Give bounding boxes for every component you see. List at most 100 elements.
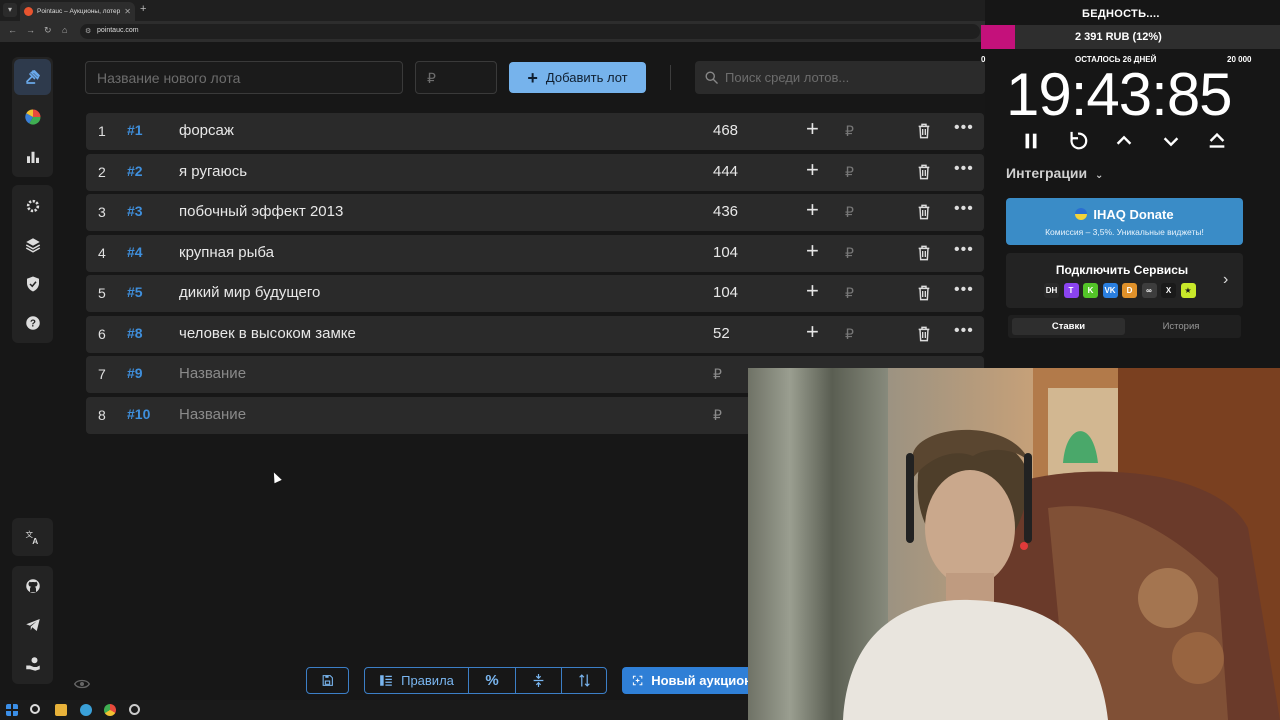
sidebar-item-auction[interactable] [14,59,51,95]
sidebar-item-layers[interactable] [14,227,51,263]
back-icon[interactable]: ← [8,25,17,35]
lot-row[interactable]: 4 #4 крупная рыба 104 + ₽ ••• [86,234,984,272]
donate-title-row: IHAQ Donate [1006,207,1243,222]
lot-id[interactable]: #1 [127,122,143,138]
lot-name[interactable]: человек в высоком замке [179,325,356,342]
tab-search-icon[interactable]: ▾ [3,3,17,17]
lot-add-sum-currency[interactable]: ₽ [845,164,854,181]
new-auction-button[interactable]: Новый аукцион [622,667,752,694]
sidebar-item-language[interactable]: 文A [14,519,51,555]
add-amount-icon[interactable]: + [806,280,819,302]
new-lot-sum-input[interactable] [415,61,497,94]
pause-icon[interactable] [1020,130,1042,152]
chevron-right-icon: › [1223,271,1229,288]
more-options-icon[interactable]: ••• [954,200,974,218]
trash-icon[interactable] [916,122,932,140]
double-chevron-up-icon[interactable] [1206,130,1228,152]
sidebar-item-settings[interactable] [14,188,51,224]
lot-name[interactable]: Название [179,406,246,423]
sort-button[interactable] [562,668,606,693]
home-icon[interactable]: ⌂ [62,25,67,35]
sidebar-item-stats-pie[interactable] [14,99,51,135]
add-amount-icon[interactable]: + [806,118,819,140]
tab-title: Pointauc – Аукционы, лотереи [37,8,121,15]
site-info-icon[interactable]: ⚙ [85,27,91,35]
chevron-down-icon[interactable] [1160,130,1182,152]
add-amount-icon[interactable]: + [806,199,819,221]
telegram-taskbar-icon[interactable] [80,704,92,716]
add-amount-icon[interactable]: + [806,239,819,262]
lot-name[interactable]: побочный эффект 2013 [179,203,343,220]
more-options-icon[interactable]: ••• [954,119,974,137]
lot-name[interactable]: дикий мир будущего [179,284,320,301]
lot-add-sum-currency[interactable]: ₽ [845,285,854,302]
lot-add-sum-currency[interactable]: ₽ [845,326,854,343]
lot-id[interactable]: #8 [127,325,143,341]
lot-id[interactable]: #2 [127,163,143,179]
lot-row[interactable]: 5 #5 дикий мир будущего 104 + ₽ ••• [86,275,984,312]
chrome-icon[interactable] [104,704,116,716]
trash-icon[interactable] [916,203,932,221]
auction-timer: 19:43:85 [1006,61,1233,128]
search-input[interactable] [725,61,980,94]
lot-id[interactable]: #5 [127,284,143,300]
rules-button[interactable]: Правила [365,668,469,693]
lot-amount-currency[interactable]: ₽ [713,366,722,383]
new-tab-icon[interactable]: + [140,3,146,15]
sidebar-item-security[interactable] [14,266,51,302]
trash-icon[interactable] [916,163,932,181]
lot-id[interactable]: #10 [127,406,150,422]
reset-icon[interactable] [1067,130,1089,152]
trash-icon[interactable] [916,244,932,262]
sidebar-item-github[interactable] [14,568,51,604]
sidebar-item-donate[interactable] [14,646,51,682]
lot-add-sum-currency[interactable]: ₽ [845,245,854,262]
lot-amount-currency[interactable]: ₽ [713,407,722,424]
add-amount-icon[interactable]: + [806,158,819,181]
tab-bets[interactable]: Ставки [1012,318,1125,335]
new-lot-name-input[interactable] [85,61,403,94]
sidebar-item-stats-bar[interactable] [14,139,51,175]
more-options-icon[interactable]: ••• [954,160,974,178]
lot-name[interactable]: форсаж [179,122,234,139]
lot-row[interactable]: 2 #2 я ругаюсь 444 + ₽ ••• [86,153,984,191]
connect-services-card[interactable]: Подключить Сервисы DH T K VK D ∞ X ★ › [1006,253,1243,308]
trash-icon[interactable] [916,325,932,343]
url-field[interactable] [80,24,980,39]
lot-add-sum-currency[interactable]: ₽ [845,123,854,140]
more-options-icon[interactable]: ••• [954,322,974,340]
integrations-toggle[interactable]: Интеграции ⌄ [1006,165,1103,181]
tab-history[interactable]: История [1125,318,1237,335]
lot-id[interactable]: #9 [127,365,143,381]
ihaq-donate-card[interactable]: IHAQ Donate Комиссия – 3,5%. Уникальные … [1006,198,1243,245]
add-amount-icon[interactable]: + [806,320,819,343]
lot-row[interactable]: 3 #3 побочный эффект 2013 436 + ₽ ••• [86,194,984,231]
eye-icon[interactable] [74,678,90,690]
browser-tab[interactable]: Pointauc – Аукционы, лотереи ✕ [20,2,135,21]
add-lot-button[interactable]: + Добавить лот [509,62,646,93]
sidebar-item-help[interactable]: ? [14,305,51,341]
forward-icon[interactable]: → [26,25,35,35]
percent-button[interactable]: % [469,668,516,693]
more-options-icon[interactable]: ••• [954,241,974,259]
lot-id[interactable]: #4 [127,244,143,260]
lot-row[interactable]: 1 #1 форсаж 468 + ₽ ••• [86,113,984,150]
windows-start-icon[interactable] [6,704,18,716]
tab-close-icon[interactable]: ✕ [124,7,131,16]
lot-name[interactable]: Название [179,365,246,382]
lot-name[interactable]: крупная рыба [179,244,274,261]
reload-icon[interactable]: ↻ [44,25,52,36]
more-options-icon[interactable]: ••• [954,281,974,299]
obs-icon[interactable] [129,704,140,715]
lot-add-sum-currency[interactable]: ₽ [845,204,854,221]
file-explorer-icon[interactable] [55,704,67,716]
lot-id[interactable]: #3 [127,203,143,219]
chevron-up-icon[interactable] [1113,130,1135,152]
lot-row[interactable]: 6 #8 человек в высоком замке 52 + ₽ ••• [86,315,984,353]
normalize-button[interactable] [516,668,562,693]
taskbar-search-icon[interactable] [30,704,40,714]
sidebar-item-telegram[interactable] [14,607,51,643]
lot-name[interactable]: я ругаюсь [179,163,247,180]
save-button[interactable] [306,667,349,694]
trash-icon[interactable] [916,284,932,302]
